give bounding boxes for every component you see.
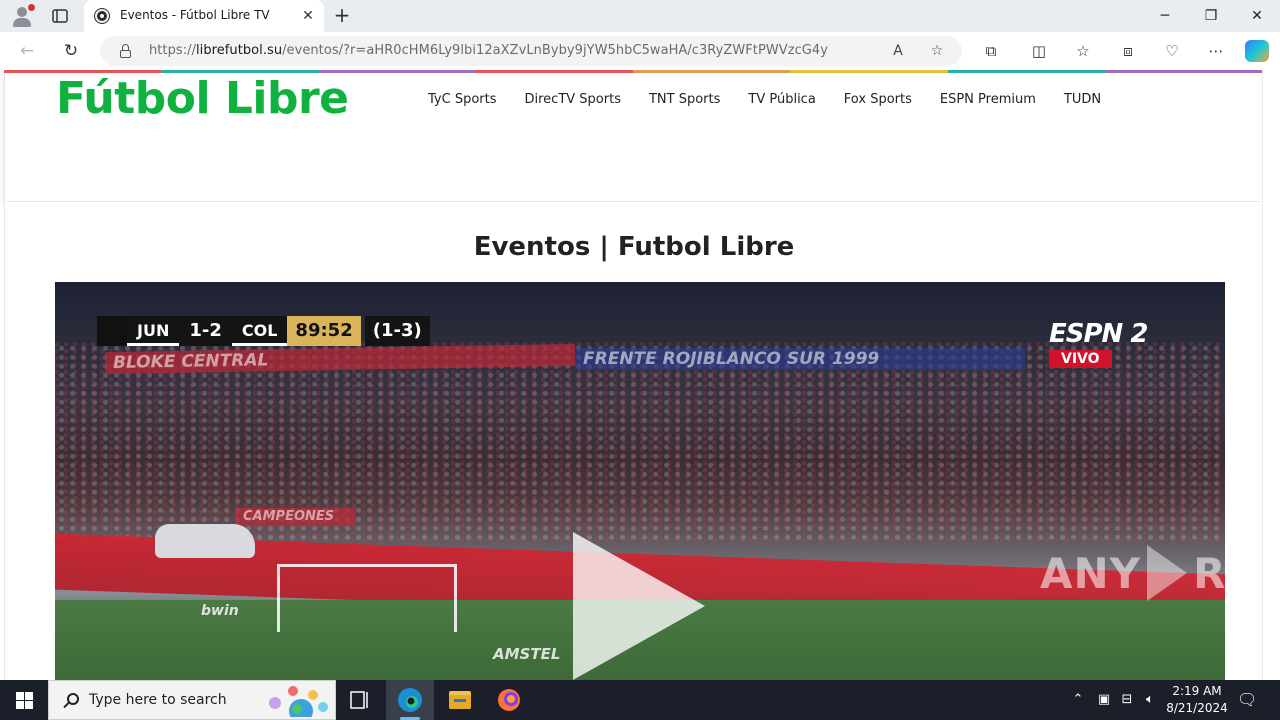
pitch-car xyxy=(155,524,255,558)
collections-icon[interactable]: ⧈ xyxy=(1114,37,1142,65)
read-aloud-icon[interactable]: A xyxy=(887,40,909,62)
menu-item-tudn[interactable]: TUDN xyxy=(1064,89,1101,111)
main-menu: TyC Sports DirecTV Sports TNT Sports TV … xyxy=(428,89,1129,111)
menu-item-tv-publica[interactable]: TV Pública xyxy=(748,89,815,111)
tray-device-icon[interactable]: ▣ xyxy=(1094,690,1114,710)
scorebug: JUN 1-2 COL 89:52 (1-3) xyxy=(97,316,430,346)
ad-bwin: bwin xyxy=(201,603,239,619)
menu-item-fox-sports[interactable]: Fox Sports xyxy=(844,89,912,111)
goal-frame xyxy=(277,564,457,632)
tray-chevron-icon[interactable]: ⌃ xyxy=(1068,690,1088,710)
home-team: JUN xyxy=(127,316,180,346)
menu-item-espn-premium[interactable]: ESPN Premium xyxy=(940,89,1036,111)
taskbar-search-box[interactable]: Type here to search xyxy=(48,680,336,720)
firefox-icon[interactable] xyxy=(486,680,534,720)
minimize-button[interactable]: ─ xyxy=(1142,0,1188,32)
site-header: Fútbol Libre TyC Sports DirecTV Sports T… xyxy=(4,73,1262,201)
clock-time[interactable]: 2:19 AM xyxy=(1172,684,1222,698)
close-tab-icon[interactable]: ✕ xyxy=(298,6,318,26)
restore-button[interactable]: ❐ xyxy=(1188,0,1234,32)
notifications-icon[interactable]: 🗨︎ xyxy=(1237,690,1257,710)
edge-taskbar-icon[interactable] xyxy=(386,680,434,720)
network-icon[interactable]: ⊟ xyxy=(1117,690,1137,710)
play-icon[interactable] xyxy=(573,532,705,680)
lock-icon[interactable] xyxy=(120,44,131,58)
menu-item-tyc-sports[interactable]: TyC Sports xyxy=(428,89,497,111)
match-score: 1-2 xyxy=(179,316,232,346)
extensions-icon[interactable]: ⧉ xyxy=(977,37,1005,65)
aggregate-score: (1-3) xyxy=(364,316,430,346)
volume-icon[interactable]: 🔈︎ xyxy=(1140,690,1160,710)
refresh-button[interactable]: ↻ xyxy=(56,37,86,65)
address-url[interactable]: https://librefutbol.su/eventos/?r=aHR0cH… xyxy=(149,43,828,58)
tab-title: Eventos - Fútbol Libre TV xyxy=(120,8,270,22)
favorite-star-icon[interactable]: ☆ xyxy=(926,40,948,62)
browser-tab-bar: Eventos - Fútbol Libre TV ✕ + ─ ❐ ✕ xyxy=(0,0,1280,32)
browser-toolbar: ← ↻ https://librefutbol.su/eventos/?r=aH… xyxy=(0,32,1280,70)
anyrun-watermark: ANY RUN xyxy=(1040,545,1280,601)
favorites-icon[interactable]: ☆ xyxy=(1069,37,1097,65)
new-tab-button[interactable]: + xyxy=(330,4,354,28)
copilot-icon[interactable] xyxy=(1245,40,1269,62)
page-title: Eventos | Futbol Libre xyxy=(473,232,795,262)
crowd-background xyxy=(55,342,1225,542)
live-badge: VIVO xyxy=(1049,350,1112,368)
channel-brand: ESPN 2 xyxy=(1049,319,1148,349)
stand-banner-campeones: CAMPEONES xyxy=(235,508,355,526)
soccer-ball-icon xyxy=(95,9,109,23)
close-window-button[interactable]: ✕ xyxy=(1234,0,1280,32)
search-placeholder: Type here to search xyxy=(89,692,227,708)
search-highlight-icon xyxy=(269,686,328,717)
play-triangle-icon xyxy=(1147,545,1188,601)
back-button[interactable]: ← xyxy=(12,37,42,65)
task-view-icon[interactable] xyxy=(336,680,384,720)
clock-date[interactable]: 8/21/2024 xyxy=(1166,701,1228,715)
away-team: COL xyxy=(231,316,288,346)
windows-start-icon[interactable] xyxy=(0,680,48,720)
menu-item-tnt-sports[interactable]: TNT Sports xyxy=(649,89,720,111)
site-logo[interactable]: Fútbol Libre xyxy=(56,73,349,124)
split-screen-icon[interactable]: ◫ xyxy=(1025,37,1053,65)
more-options-icon[interactable]: ⋯ xyxy=(1202,37,1230,65)
match-clock: 89:52 xyxy=(287,316,361,346)
stand-banner-right: FRENTE ROJIBLANCO SUR 1999 xyxy=(575,348,1025,370)
file-explorer-icon[interactable] xyxy=(436,680,484,720)
windows-taskbar: Type here to search ⌃ ▣ ⊟ 🔈︎ 2:19 AM 8/2… xyxy=(0,680,1280,720)
tab-actions-icon[interactable] xyxy=(50,6,70,26)
trophy-icon xyxy=(97,316,127,346)
profile-icon[interactable] xyxy=(10,4,35,28)
browser-tab-active[interactable]: Eventos - Fútbol Libre TV ✕ xyxy=(84,0,324,32)
address-bar[interactable]: https://librefutbol.su/eventos/?r=aHR0cH… xyxy=(100,36,962,66)
browser-essentials-icon[interactable]: ♡ xyxy=(1158,37,1186,65)
menu-item-directv-sports[interactable]: DirecTV Sports xyxy=(525,89,621,111)
channel-logo: ESPN 2 VIVO xyxy=(1049,320,1169,368)
search-icon xyxy=(62,691,82,711)
video-player[interactable]: BLOKE CENTRAL FRENTE ROJIBLANCO SUR 1999… xyxy=(55,282,1225,680)
